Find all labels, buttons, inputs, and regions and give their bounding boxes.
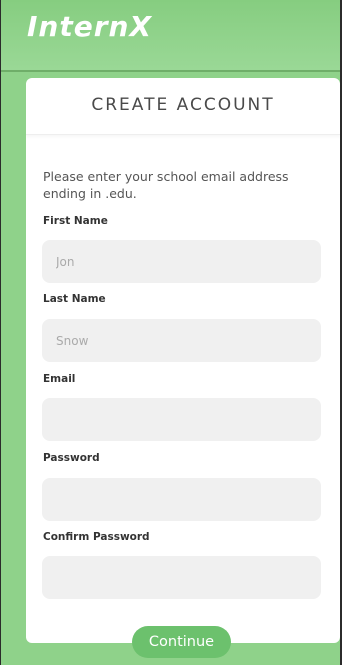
header-divider xyxy=(1,70,340,72)
app-screen: InternX CREATE ACCOUNT Please enter your… xyxy=(0,0,342,665)
confirm-password-input[interactable] xyxy=(42,556,321,599)
email-label: Email xyxy=(43,373,76,385)
last-name-input[interactable] xyxy=(42,319,321,362)
continue-button[interactable]: Continue xyxy=(132,626,231,658)
create-account-card: CREATE ACCOUNT Please enter your school … xyxy=(26,78,340,643)
last-name-label: Last Name xyxy=(43,293,106,305)
card-header: CREATE ACCOUNT xyxy=(26,78,340,135)
confirm-password-label: Confirm Password xyxy=(43,531,150,543)
page-title: CREATE ACCOUNT xyxy=(91,95,275,115)
instructions-text: Please enter your school email address e… xyxy=(43,169,289,201)
brand-logo: InternX xyxy=(27,10,153,43)
password-input[interactable] xyxy=(42,478,321,521)
password-label: Password xyxy=(43,452,100,464)
first-name-input[interactable] xyxy=(42,240,321,283)
email-input[interactable] xyxy=(42,398,321,441)
first-name-label: First Name xyxy=(43,215,108,227)
